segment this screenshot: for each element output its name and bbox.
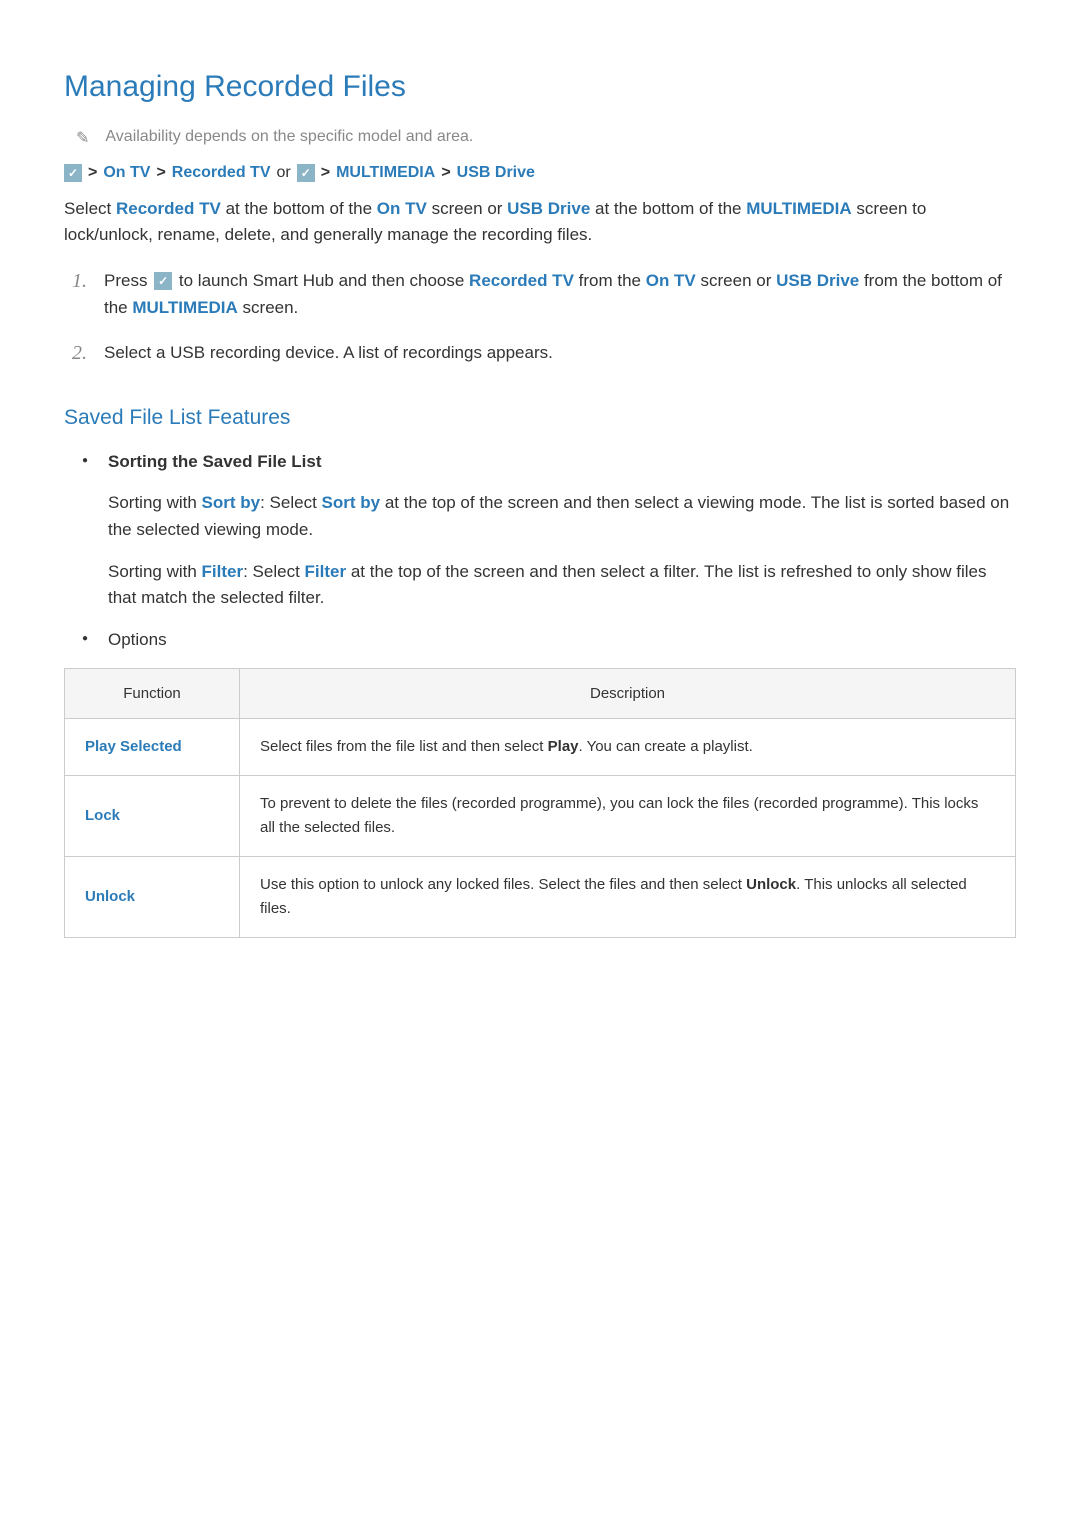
chevron-right-icon: >: [441, 164, 450, 182]
feature-bullets: Sorting the Saved File List Sorting with…: [64, 452, 1016, 649]
breadcrumb-multimedia: MULTIMEDIA: [336, 164, 435, 182]
table-header-row: Function Description: [65, 668, 1016, 718]
fn-desc: To prevent to delete the files (recorded…: [240, 775, 1016, 856]
col-function: Function: [65, 668, 240, 718]
bullet-heading: Sorting the Saved File List: [108, 452, 1016, 472]
fn-play-selected: Play Selected: [65, 718, 240, 775]
availability-note: ✎ Availability depends on the specific m…: [64, 128, 1016, 148]
table-row: Play Selected Select files from the file…: [65, 718, 1016, 775]
step-2: Select a USB recording device. A list of…: [64, 339, 1016, 366]
section-heading: Saved File List Features: [64, 406, 1016, 430]
check-icon: ✓: [297, 164, 315, 182]
intro-paragraph: Select Recorded TV at the bottom of the …: [64, 196, 1016, 249]
sort-by-para: Sorting with Sort by: Select Sort by at …: [108, 490, 1016, 543]
table-row: Unlock Use this option to unlock any loc…: [65, 856, 1016, 937]
filter-para: Sorting with Filter: Select Filter at th…: [108, 559, 1016, 612]
fn-unlock: Unlock: [65, 856, 240, 937]
col-description: Description: [240, 668, 1016, 718]
bullet-sorting: Sorting the Saved File List Sorting with…: [82, 452, 1016, 611]
fn-desc: Use this option to unlock any locked fil…: [240, 856, 1016, 937]
chevron-right-icon: >: [88, 164, 97, 182]
functions-table: Function Description Play Selected Selec…: [64, 668, 1016, 938]
step-1: Press ✓ to launch Smart Hub and then cho…: [64, 267, 1016, 321]
chevron-right-icon: >: [321, 164, 330, 182]
steps-list: Press ✓ to launch Smart Hub and then cho…: [64, 267, 1016, 367]
bullet-heading: Options: [108, 630, 167, 649]
table-row: Lock To prevent to delete the files (rec…: [65, 775, 1016, 856]
breadcrumb-on-tv: On TV: [103, 164, 150, 182]
check-icon: ✓: [64, 164, 82, 182]
chevron-right-icon: >: [156, 164, 165, 182]
pencil-icon: ✎: [76, 128, 89, 148]
breadcrumb-usb-drive: USB Drive: [457, 164, 535, 182]
page-title: Managing Recorded Files: [64, 70, 1016, 104]
check-icon: ✓: [154, 272, 172, 290]
breadcrumb-or: or: [276, 164, 290, 182]
fn-desc: Select files from the file list and then…: [240, 718, 1016, 775]
bullet-options: Options: [82, 630, 1016, 650]
breadcrumb-recorded-tv: Recorded TV: [172, 164, 271, 182]
note-text: Availability depends on the specific mod…: [105, 128, 473, 146]
fn-lock: Lock: [65, 775, 240, 856]
breadcrumb: ✓ > On TV > Recorded TV or ✓ > MULTIMEDI…: [64, 164, 1016, 182]
